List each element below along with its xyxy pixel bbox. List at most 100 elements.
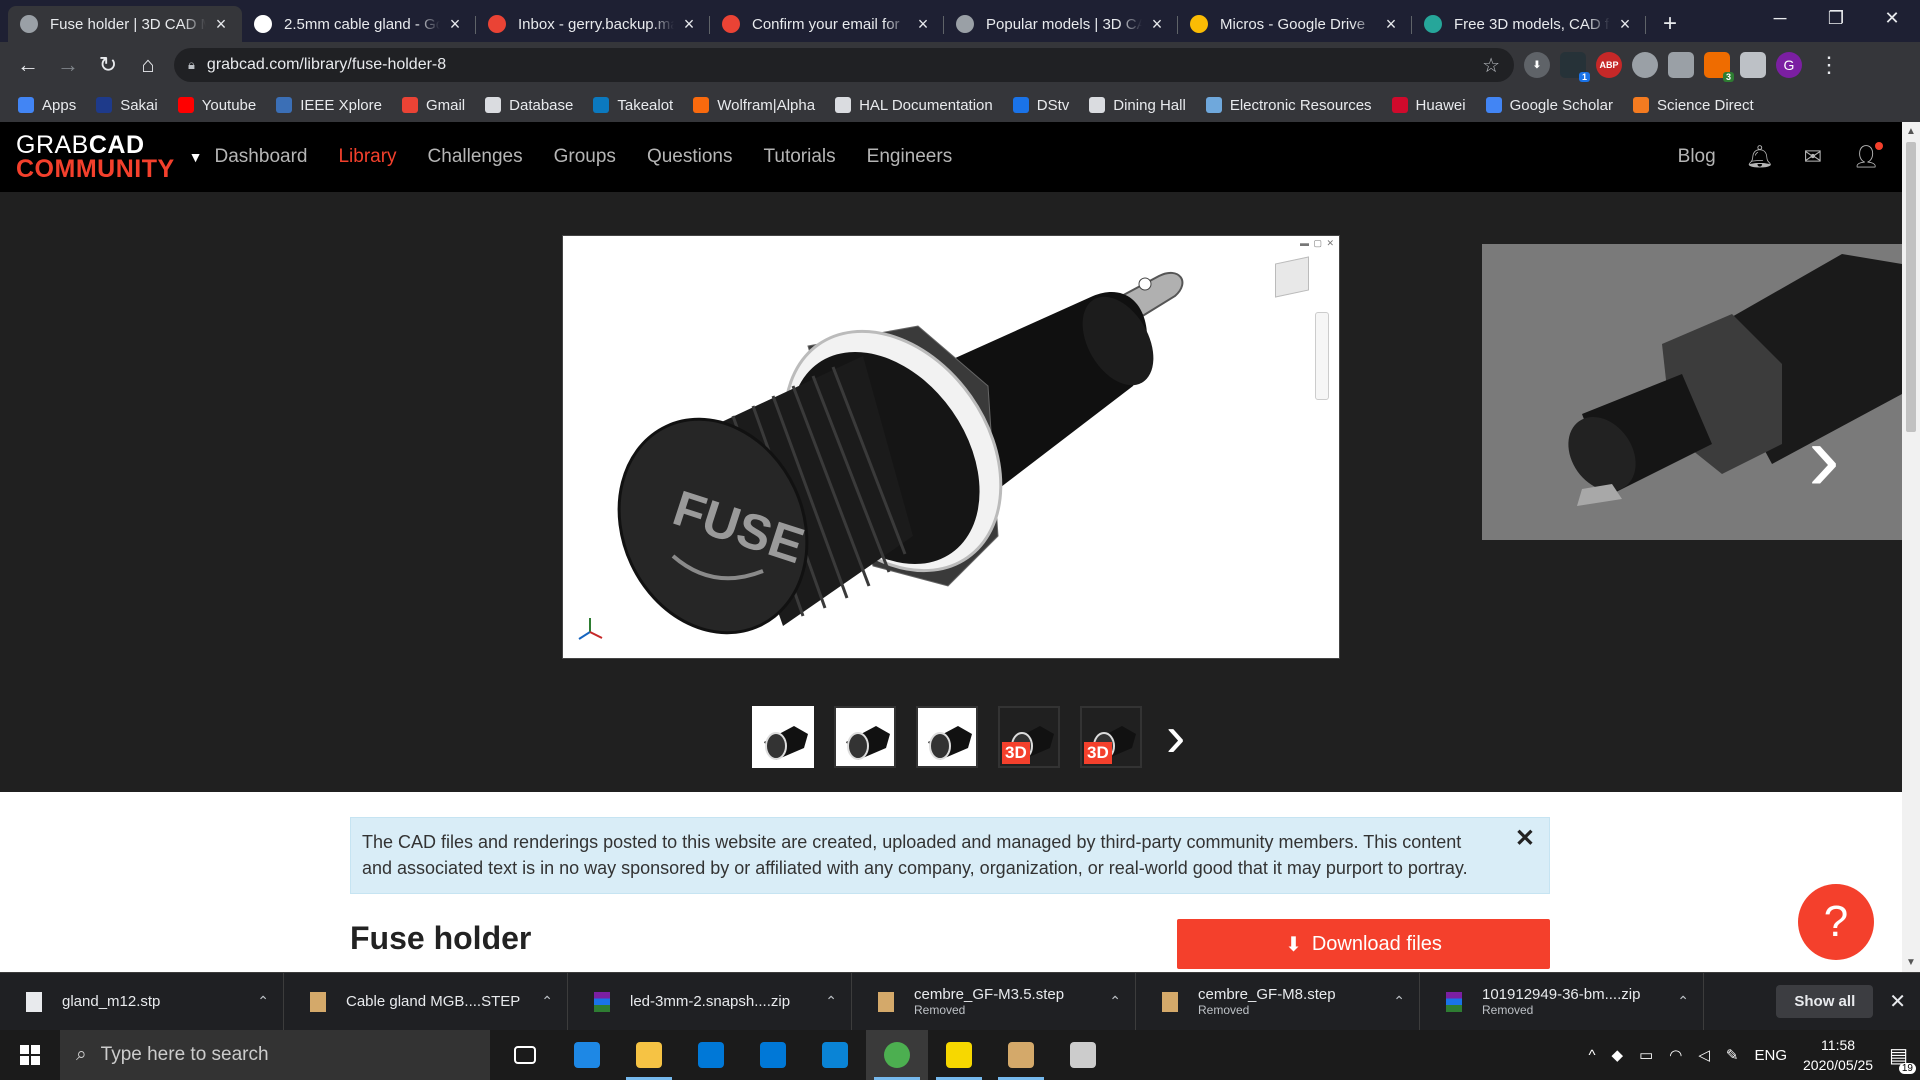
download-item[interactable]: cembre_GF-M8.step Removed ⌃ bbox=[1136, 972, 1420, 1031]
bookmark-item[interactable]: HAL Documentation bbox=[835, 97, 993, 114]
home-button[interactable]: ⌂ bbox=[128, 45, 168, 85]
adblock-icon[interactable]: ABP bbox=[1596, 52, 1622, 78]
download-options-chevron-icon[interactable]: ⌃ bbox=[1677, 993, 1689, 1010]
taskbar-mail-button[interactable] bbox=[742, 1030, 804, 1080]
next-slide-arrow-icon[interactable]: › bbox=[1808, 410, 1840, 506]
bookmark-item[interactable]: Apps bbox=[18, 97, 76, 114]
browser-tab[interactable]: Fuse holder | 3D CAD Model Library × bbox=[8, 6, 242, 42]
scroll-up-icon[interactable]: ▲ bbox=[1906, 126, 1916, 137]
scrollbar-thumb[interactable] bbox=[1906, 142, 1916, 432]
page-scrollbar[interactable]: ▲ ▼ bbox=[1902, 122, 1920, 972]
gallery-thumbnail[interactable]: 3D bbox=[998, 706, 1060, 768]
new-tab-button[interactable]: + bbox=[1652, 6, 1688, 42]
browser-tab[interactable]: Popular models | 3D CAD × bbox=[944, 6, 1178, 42]
ext-printer-icon[interactable] bbox=[1740, 52, 1766, 78]
download-options-chevron-icon[interactable]: ⌃ bbox=[1393, 993, 1405, 1010]
download-item[interactable]: cembre_GF-M3.5.step Removed ⌃ bbox=[852, 972, 1136, 1031]
browser-tab[interactable]: Micros - Google Drive × bbox=[1178, 6, 1412, 42]
taskbar-search[interactable]: ⌕ Type here to search bbox=[60, 1030, 490, 1080]
forward-button[interactable]: → bbox=[48, 45, 88, 85]
download-item[interactable]: 101912949-36-bm....zip Removed ⌃ bbox=[1420, 972, 1704, 1031]
nav-link-tutorials[interactable]: Tutorials bbox=[763, 146, 835, 168]
taskbar-store-button[interactable] bbox=[680, 1030, 742, 1080]
start-button[interactable] bbox=[0, 1030, 60, 1080]
bookmark-item[interactable]: IEEE Xplore bbox=[276, 97, 382, 114]
taskbar-settings-button[interactable] bbox=[1052, 1030, 1114, 1080]
taskbar-task-view-button[interactable] bbox=[494, 1030, 556, 1080]
taskbar-cad-app-button[interactable] bbox=[990, 1030, 1052, 1080]
close-tab-icon[interactable]: × bbox=[1148, 14, 1166, 35]
help-button[interactable]: ? bbox=[1798, 884, 1874, 960]
close-tab-icon[interactable]: × bbox=[914, 14, 932, 35]
ext-cube-icon[interactable]: 1 bbox=[1560, 52, 1590, 82]
browser-tab[interactable]: 2.5mm cable gland - Google Search × bbox=[242, 6, 476, 42]
pen-icon[interactable]: ✎ bbox=[1726, 1046, 1739, 1064]
bookmark-item[interactable]: Electronic Resources bbox=[1205, 97, 1372, 114]
nav-link-engineers[interactable]: Engineers bbox=[867, 146, 953, 168]
minimize-button[interactable]: ─ bbox=[1752, 0, 1808, 36]
bookmark-item[interactable]: DStv bbox=[1012, 97, 1069, 114]
notifications-bell-icon[interactable]: 🔔︎ bbox=[1746, 144, 1774, 170]
user-profile-icon[interactable]: 👤︎ bbox=[1852, 142, 1883, 170]
taskbar-edge-button[interactable] bbox=[556, 1030, 618, 1080]
ext-orange-icon[interactable]: 3 bbox=[1704, 52, 1734, 82]
globe-ext-icon[interactable] bbox=[1632, 52, 1658, 78]
bookmark-item[interactable]: Dining Hall bbox=[1089, 97, 1186, 114]
volume-icon[interactable]: ◁ bbox=[1698, 1046, 1710, 1064]
close-tab-icon[interactable]: × bbox=[1382, 14, 1400, 35]
download-options-chevron-icon[interactable]: ⌃ bbox=[257, 993, 269, 1010]
download-item[interactable]: gland_m12.stp ⌃ bbox=[0, 972, 284, 1031]
clock[interactable]: 11:58 2020/05/25 bbox=[1803, 1035, 1873, 1075]
restore-button[interactable]: ❐ bbox=[1808, 0, 1864, 36]
nav-link-library[interactable]: Library bbox=[338, 146, 396, 168]
show-hidden-icons-icon[interactable]: ^ bbox=[1589, 1047, 1596, 1064]
taskbar-chrome-button[interactable] bbox=[866, 1030, 928, 1080]
bookmark-item[interactable]: Takealot bbox=[593, 97, 673, 114]
download-ext-icon[interactable]: ⬇ bbox=[1524, 52, 1550, 78]
bookmark-item[interactable]: Sakai bbox=[96, 97, 158, 114]
bookmark-item[interactable]: Gmail bbox=[401, 97, 465, 114]
bookmark-star-icon[interactable]: ☆ bbox=[1482, 53, 1500, 78]
nav-link-dashboard[interactable]: Dashboard bbox=[215, 146, 308, 168]
download-item[interactable]: led-3mm-2.snapsh....zip ⌃ bbox=[568, 972, 852, 1031]
close-tab-icon[interactable]: × bbox=[212, 14, 230, 35]
gallery-thumbnail[interactable] bbox=[752, 706, 814, 768]
close-tab-icon[interactable]: × bbox=[1616, 14, 1634, 35]
grabcad-logo[interactable]: GRABCAD COMMUNITY bbox=[16, 133, 175, 182]
download-files-button[interactable]: ⬇ Download files bbox=[1177, 919, 1550, 969]
browser-tab[interactable]: Confirm your email for × bbox=[710, 6, 944, 42]
close-shelf-icon[interactable]: ✕ bbox=[1889, 989, 1906, 1014]
gallery-thumbnail[interactable] bbox=[916, 706, 978, 768]
taskbar-calculator-button[interactable] bbox=[804, 1030, 866, 1080]
download-options-chevron-icon[interactable]: ⌃ bbox=[541, 993, 553, 1010]
browser-tab[interactable]: Free 3D models, CAD files × bbox=[1412, 6, 1646, 42]
language-indicator[interactable]: ENG bbox=[1755, 1047, 1788, 1064]
download-item[interactable]: Cable gland MGB....STEP ⌃ bbox=[284, 972, 568, 1031]
close-tab-icon[interactable]: × bbox=[680, 14, 698, 35]
wifi-icon[interactable]: ◠ bbox=[1669, 1046, 1682, 1064]
bookmark-item[interactable]: Science Direct bbox=[1632, 97, 1754, 114]
main-render-image[interactable]: ▬ ▢ ✕ FUSE bbox=[562, 235, 1340, 659]
bookmark-item[interactable]: Google Scholar bbox=[1485, 97, 1613, 114]
back-button[interactable]: ← bbox=[8, 45, 48, 85]
bookmark-item[interactable]: Database bbox=[485, 97, 573, 114]
logo-dropdown-caret-icon[interactable]: ▼ bbox=[189, 149, 203, 165]
bookmark-item[interactable]: Wolfram|Alpha bbox=[693, 97, 815, 114]
address-bar[interactable]: 🔒︎ grabcad.com/library/fuse-holder-8 ☆ bbox=[174, 48, 1514, 82]
browser-tab[interactable]: Inbox - gerry.backup.mail × bbox=[476, 6, 710, 42]
taskbar-file-explorer-button[interactable] bbox=[618, 1030, 680, 1080]
battery-icon[interactable]: ▭ bbox=[1639, 1046, 1653, 1064]
show-all-downloads-button[interactable]: Show all bbox=[1776, 985, 1874, 1018]
download-options-chevron-icon[interactable]: ⌃ bbox=[825, 993, 837, 1010]
close-disclaimer-icon[interactable]: ✕ bbox=[1515, 826, 1535, 852]
action-center-icon[interactable]: ▤ 19 bbox=[1889, 1043, 1916, 1074]
nav-link-groups[interactable]: Groups bbox=[554, 146, 616, 168]
taskbar-sticky-notes-button[interactable] bbox=[928, 1030, 990, 1080]
gallery-thumbnail[interactable] bbox=[834, 706, 896, 768]
close-window-button[interactable]: ✕ bbox=[1864, 0, 1920, 36]
nav-link-challenges[interactable]: Challenges bbox=[428, 146, 523, 168]
close-tab-icon[interactable]: × bbox=[446, 14, 464, 35]
ext-square-icon[interactable] bbox=[1668, 52, 1694, 78]
dropbox-icon[interactable]: ◆ bbox=[1612, 1046, 1624, 1064]
bookmark-item[interactable]: Huawei bbox=[1391, 97, 1466, 114]
